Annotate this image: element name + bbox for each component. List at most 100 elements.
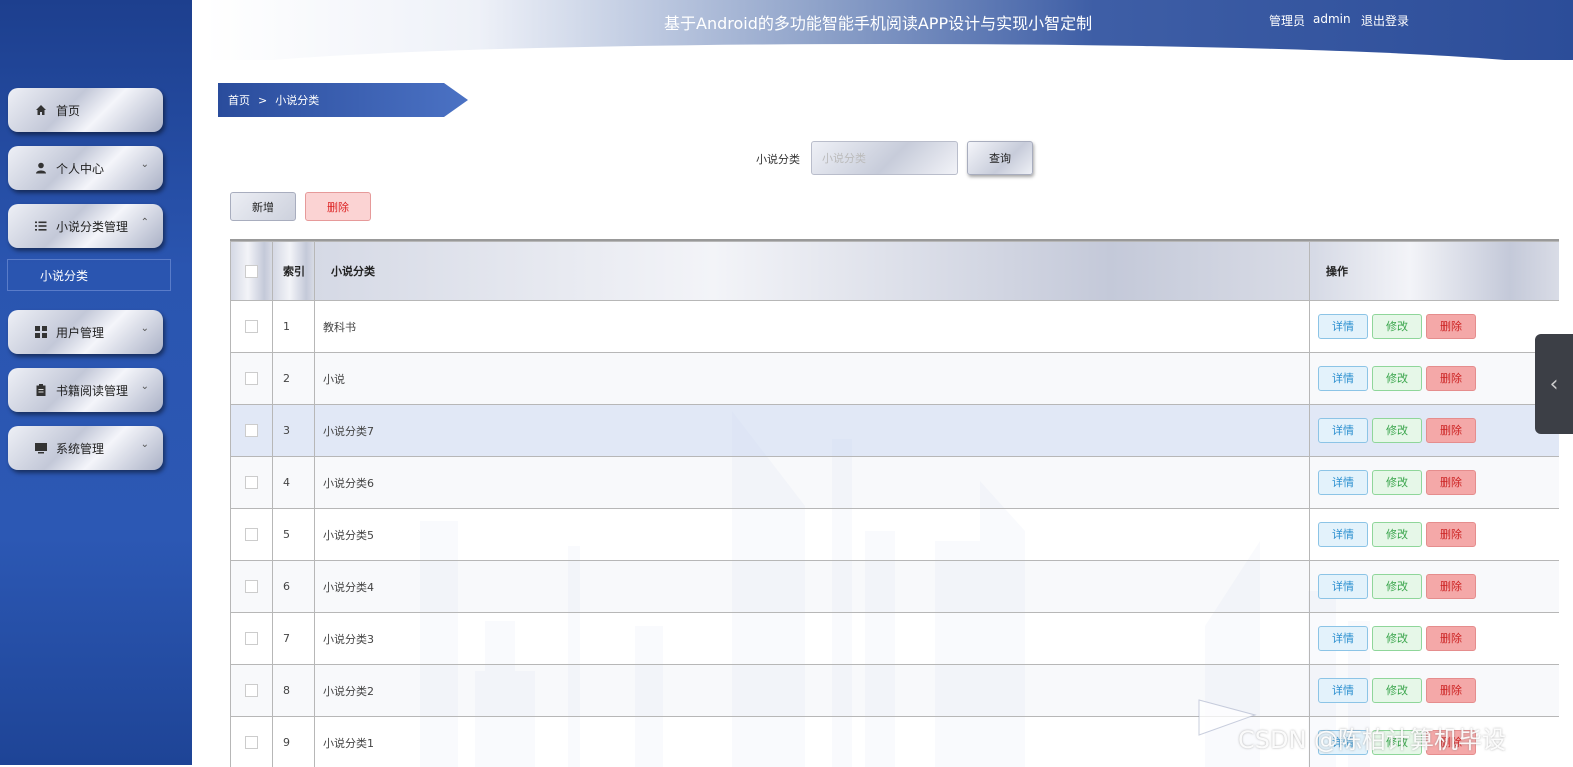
row-index: 2 (273, 353, 315, 405)
delete-button[interactable]: 删除 (1426, 418, 1476, 443)
delete-button[interactable]: 删除 (1426, 470, 1476, 495)
delete-button[interactable]: 删除 (1426, 626, 1476, 651)
detail-button[interactable]: 详情 (1318, 730, 1368, 755)
delete-button[interactable]: 删除 (1426, 366, 1476, 391)
sidebar-item-home[interactable]: 首页 (8, 88, 163, 132)
detail-button[interactable]: 详情 (1318, 314, 1368, 339)
select-all-cell[interactable] (231, 242, 273, 301)
sidebar-item-label: 个人中心 (56, 160, 104, 177)
row-category-name: 小说 (315, 353, 1310, 405)
row-actions: 详情修改删除 (1310, 717, 1560, 767)
side-collapse-handle[interactable]: ‹ (1535, 334, 1573, 434)
row-index: 4 (273, 457, 315, 509)
batch-delete-button[interactable]: 删除 (305, 192, 371, 221)
detail-button[interactable]: 详情 (1318, 366, 1368, 391)
table-row: 6小说分类4 详情修改删除 (231, 561, 1560, 613)
user-role: 管理员 (1269, 12, 1305, 29)
sidebar-item-label: 系统管理 (56, 440, 104, 457)
detail-button[interactable]: 详情 (1318, 470, 1368, 495)
sidebar: 首页 个人中心 ⌄ 小说分类管理 ⌃ 小说分类 用户管理 ⌄ 书籍阅读管理 ⌄ … (0, 0, 192, 765)
row-checkbox[interactable] (245, 476, 258, 489)
edit-button[interactable]: 修改 (1372, 366, 1422, 391)
logout-link[interactable]: 退出登录 (1361, 12, 1409, 29)
edit-button[interactable]: 修改 (1372, 418, 1422, 443)
edit-button[interactable]: 修改 (1372, 574, 1422, 599)
row-category-name: 小说分类4 (315, 561, 1310, 613)
row-actions: 详情修改删除 (1310, 353, 1560, 405)
edit-button[interactable]: 修改 (1372, 522, 1422, 547)
add-button[interactable]: 新增 (230, 192, 296, 221)
row-checkbox[interactable] (245, 580, 258, 593)
list-icon (34, 219, 48, 233)
table-row: 8小说分类2详情修改删除 (231, 665, 1560, 717)
sidebar-subitem-category[interactable]: 小说分类 (7, 259, 171, 291)
delete-button[interactable]: 删除 (1426, 574, 1476, 599)
row-category-name: 小说分类3 (315, 613, 1310, 665)
edit-button[interactable]: 修改 (1372, 626, 1422, 651)
row-category-name: 小说分类7 (315, 405, 1310, 457)
edit-button[interactable]: 修改 (1372, 314, 1422, 339)
edit-button[interactable]: 修改 (1372, 470, 1422, 495)
row-index: 6 (273, 561, 315, 613)
row-checkbox[interactable] (245, 424, 258, 437)
row-checkbox[interactable] (245, 320, 258, 333)
delete-button[interactable]: 删除 (1426, 522, 1476, 547)
row-select-cell[interactable] (231, 717, 273, 767)
detail-button[interactable]: 详情 (1318, 418, 1368, 443)
clipboard-icon (34, 383, 48, 397)
sidebar-item-label: 小说分类管理 (56, 218, 128, 235)
chevron-down-icon: ⌄ (141, 439, 149, 450)
row-category-name: 小说分类2 (315, 665, 1310, 717)
delete-button[interactable]: 删除 (1426, 730, 1476, 755)
table-row: 1教科书详情修改删除 (231, 301, 1560, 353)
table-row: 9小说分类1详情修改删除 (231, 717, 1560, 767)
select-all-checkbox[interactable] (245, 265, 258, 278)
grid-icon (34, 325, 48, 339)
row-select-cell[interactable] (231, 405, 273, 457)
sidebar-item-reading-mgmt[interactable]: 书籍阅读管理 ⌄ (8, 368, 163, 412)
detail-button[interactable]: 详情 (1318, 522, 1368, 547)
chevron-down-icon: ⌄ (141, 323, 149, 334)
row-index: 9 (273, 717, 315, 767)
column-header-name: 小说分类 (315, 242, 1310, 301)
edit-button[interactable]: 修改 (1372, 730, 1422, 755)
breadcrumb-home[interactable]: 首页 (228, 92, 250, 108)
row-index: 8 (273, 665, 315, 717)
row-select-cell[interactable] (231, 301, 273, 353)
sidebar-item-user-mgmt[interactable]: 用户管理 ⌄ (8, 310, 163, 354)
sidebar-item-personal-center[interactable]: 个人中心 ⌄ (8, 146, 163, 190)
row-select-cell[interactable] (231, 353, 273, 405)
search-button[interactable]: 查询 (967, 141, 1033, 175)
home-icon (34, 103, 48, 117)
search-input[interactable] (811, 141, 958, 175)
row-checkbox[interactable] (245, 684, 258, 697)
chevron-left-icon: ‹ (1550, 372, 1559, 397)
chevron-down-icon: ⌄ (141, 381, 149, 392)
row-checkbox[interactable] (245, 632, 258, 645)
sidebar-item-system-mgmt[interactable]: 系统管理 ⌄ (8, 426, 163, 470)
detail-button[interactable]: 详情 (1318, 626, 1368, 651)
row-select-cell[interactable] (231, 509, 273, 561)
row-checkbox[interactable] (245, 372, 258, 385)
row-select-cell[interactable] (231, 457, 273, 509)
row-actions: 详情修改删除 (1310, 457, 1560, 509)
column-header-ops: 操作 (1310, 242, 1560, 301)
sidebar-item-category-mgmt[interactable]: 小说分类管理 ⌃ (8, 204, 163, 248)
row-actions: 详情修改删除 (1310, 665, 1560, 717)
row-category-name: 小说分类6 (315, 457, 1310, 509)
row-checkbox[interactable] (245, 736, 258, 749)
search-label: 小说分类 (756, 151, 800, 167)
table-row: 3小说分类7详情修改删除 (231, 405, 1560, 457)
detail-button[interactable]: 详情 (1318, 574, 1368, 599)
row-select-cell[interactable] (231, 665, 273, 717)
edit-button[interactable]: 修改 (1372, 678, 1422, 703)
sidebar-item-label: 首页 (56, 102, 80, 119)
row-checkbox[interactable] (245, 528, 258, 541)
row-select-cell[interactable] (231, 561, 273, 613)
row-index: 7 (273, 613, 315, 665)
delete-button[interactable]: 删除 (1426, 314, 1476, 339)
detail-button[interactable]: 详情 (1318, 678, 1368, 703)
breadcrumb-current: 小说分类 (275, 92, 319, 108)
delete-button[interactable]: 删除 (1426, 678, 1476, 703)
row-select-cell[interactable] (231, 613, 273, 665)
